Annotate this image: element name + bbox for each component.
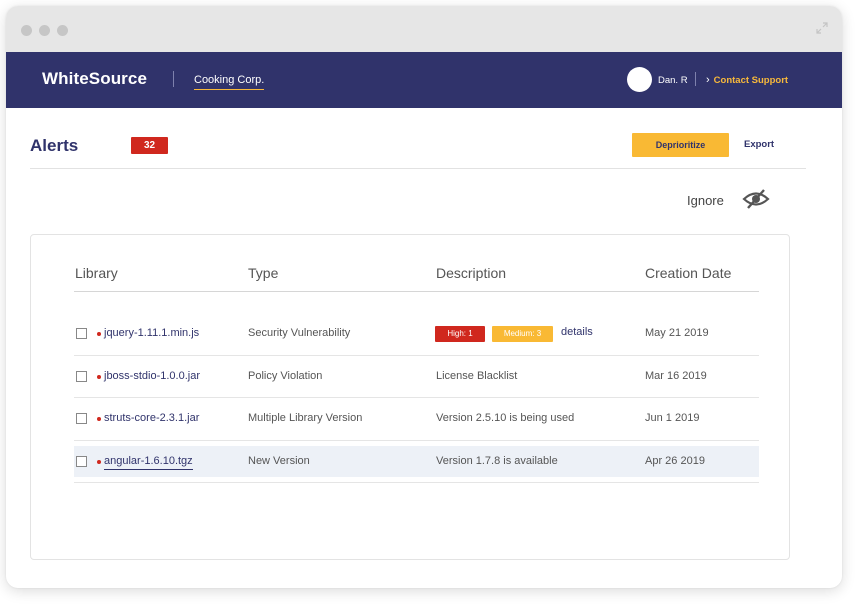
window-titlebar (6, 6, 842, 52)
row-checkbox[interactable] (76, 371, 87, 382)
alert-description: License Blacklist (436, 370, 518, 382)
row-divider (74, 355, 759, 356)
library-link[interactable]: jboss-stdio-1.0.0.jar (104, 370, 200, 382)
export-button[interactable]: Export (744, 139, 774, 150)
library-link[interactable]: jquery-1.11.1.min.js (104, 327, 199, 339)
brand-logo[interactable]: WhiteSource (42, 69, 147, 89)
row-divider (74, 440, 759, 441)
window-maximize-dot[interactable] (57, 25, 68, 36)
window-close-dot[interactable] (21, 25, 32, 36)
alert-type: Multiple Library Version (248, 412, 363, 424)
column-header-library[interactable]: Library (75, 265, 118, 281)
deprioritize-button[interactable]: Deprioritize (632, 133, 729, 157)
creation-date: Mar 16 2019 (645, 370, 707, 382)
top-navbar: WhiteSource Cooking Corp. Dan. R › Contac… (6, 52, 842, 108)
severity-medium-badge: Medium: 3 (492, 326, 553, 342)
nav-divider (695, 72, 696, 86)
severity-high-badge: High: 1 (435, 326, 485, 342)
chevron-right-icon: › (706, 74, 710, 86)
contact-support-link[interactable]: › Contact Support (706, 74, 788, 86)
user-name[interactable]: Dan. R (658, 75, 688, 86)
creation-date: Apr 26 2019 (645, 455, 705, 467)
alert-description: Version 2.5.10 is being used (436, 412, 575, 424)
creation-date: Jun 1 2019 (645, 412, 700, 424)
alert-type: Security Vulnerability (248, 327, 351, 339)
alert-type: New Version (248, 455, 310, 467)
nav-divider (173, 71, 174, 87)
row-checkbox[interactable] (76, 328, 87, 339)
creation-date: May 21 2019 (645, 327, 709, 339)
alert-dot-icon (97, 417, 101, 421)
header-divider (30, 168, 806, 169)
eye-slash-icon[interactable] (742, 188, 770, 210)
alert-type: Policy Violation (248, 370, 323, 382)
expand-icon[interactable] (816, 22, 828, 34)
row-divider (74, 482, 759, 483)
org-selector[interactable]: Cooking Corp. (194, 74, 265, 90)
row-checkbox[interactable] (76, 413, 87, 424)
ignore-button[interactable]: Ignore (687, 193, 724, 208)
alert-dot-icon (97, 332, 101, 336)
page-title: Alerts (30, 136, 79, 155)
table-header-divider (74, 291, 759, 292)
library-link[interactable]: angular-1.6.10.tgz (104, 455, 193, 470)
library-link[interactable]: struts-core-2.3.1.jar (104, 412, 199, 424)
details-link[interactable]: details (561, 326, 593, 338)
column-header-type[interactable]: Type (248, 265, 278, 281)
column-header-description[interactable]: Description (436, 265, 506, 281)
alert-count-badge: 32 (131, 137, 168, 154)
alert-dot-icon (97, 375, 101, 379)
user-avatar[interactable] (627, 67, 652, 92)
alert-description: Version 1.7.8 is available (436, 455, 558, 467)
alert-dot-icon (97, 460, 101, 464)
row-divider (74, 397, 759, 398)
column-header-creation-date[interactable]: Creation Date (645, 265, 731, 281)
contact-support-label: Contact Support (713, 75, 789, 86)
row-checkbox[interactable] (76, 456, 87, 467)
window-minimize-dot[interactable] (39, 25, 50, 36)
